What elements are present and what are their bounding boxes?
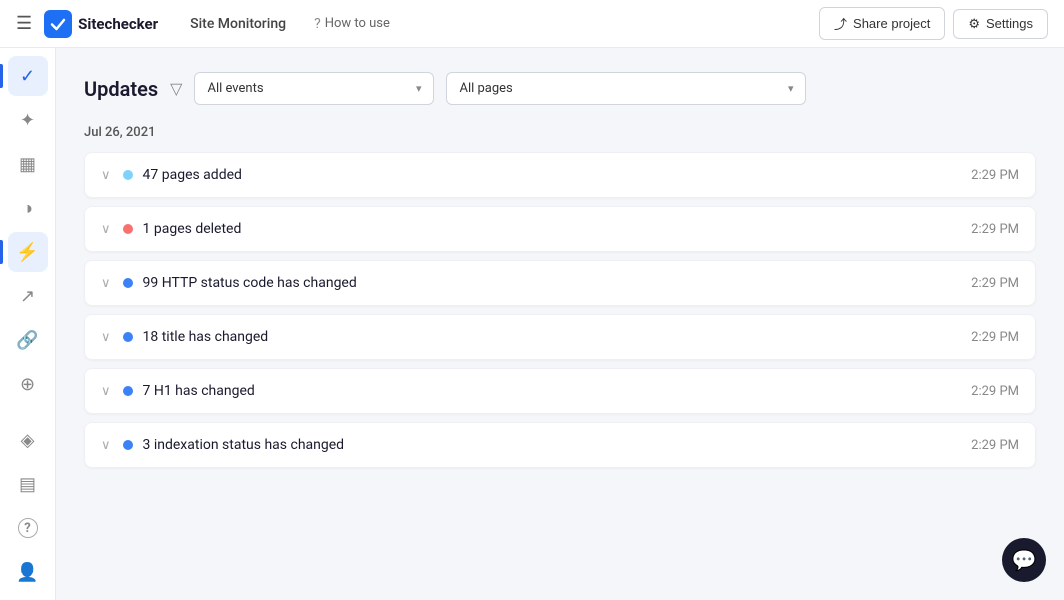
event-dot-icon — [123, 278, 133, 288]
settings-button[interactable]: ⚙ Settings — [953, 9, 1048, 39]
main-layout: ✓ ✦ ▦ ◑ ⚡ ↗ 🔗 ⊕ ◈ ▤ — [0, 48, 1064, 600]
event-time: 2:29 PM — [971, 276, 1019, 291]
sidebar: ✓ ✦ ▦ ◑ ⚡ ↗ 🔗 ⊕ ◈ ▤ — [0, 48, 56, 600]
add-circle-icon: ⊕ — [20, 374, 35, 395]
logo-area: Sitechecker — [44, 10, 158, 38]
sidebar-item-help[interactable]: ? — [8, 508, 48, 548]
updates-title: Updates — [84, 77, 158, 101]
hamburger-menu-icon[interactable]: ☰ — [16, 13, 32, 34]
event-time: 2:29 PM — [971, 222, 1019, 237]
chevron-down-icon: ▾ — [788, 82, 794, 95]
event-row: ∨ 47 pages added 2:29 PM — [84, 152, 1036, 198]
chart-icon: ◑ — [22, 198, 33, 219]
analytics-icon: ↗ — [20, 286, 35, 307]
location-icon: ◈ — [21, 430, 35, 451]
logo-text: Sitechecker — [78, 15, 158, 33]
event-label: 7 H1 has changed — [143, 383, 972, 399]
event-row: ∨ 7 H1 has changed 2:29 PM — [84, 368, 1036, 414]
question-icon: ? — [314, 16, 321, 32]
expand-chevron-icon[interactable]: ∨ — [101, 276, 111, 291]
event-dot-icon — [123, 170, 133, 180]
filter-icon[interactable]: ▽ — [170, 79, 182, 98]
event-row: ∨ 3 indexation status has changed 2:29 P… — [84, 422, 1036, 468]
expand-chevron-icon[interactable]: ∨ — [101, 222, 111, 237]
user-icon: 👤 — [16, 562, 38, 583]
event-dot-icon — [123, 224, 133, 234]
event-row: ∨ 1 pages deleted 2:29 PM — [84, 206, 1036, 252]
sidebar-item-add[interactable]: ⊕ — [8, 364, 48, 404]
table-icon: ▦ — [19, 154, 36, 175]
sidebar-item-user[interactable]: 👤 — [8, 552, 48, 592]
header-right: ⤴ Share project ⚙ Settings — [819, 7, 1048, 40]
event-time: 2:29 PM — [971, 168, 1019, 183]
chat-bubble-button[interactable]: 💬 — [1002, 538, 1046, 582]
chat-icon: 💬 — [1012, 548, 1037, 572]
expand-chevron-icon[interactable]: ∨ — [101, 330, 111, 345]
event-dot-icon — [123, 332, 133, 342]
events-dropdown[interactable]: All events ▾ — [194, 72, 434, 105]
sidebar-bottom: ◈ ▤ ? 👤 — [8, 420, 48, 592]
event-dot-icon — [123, 440, 133, 450]
check-icon: ✓ — [20, 66, 35, 87]
date-label: Jul 26, 2021 — [84, 125, 1036, 140]
header-left: ☰ Sitechecker Site Monitoring ? How to u… — [16, 10, 390, 38]
event-row: ∨ 99 HTTP status code has changed 2:29 P… — [84, 260, 1036, 306]
event-label: 3 indexation status has changed — [143, 437, 972, 453]
sidebar-item-analytics[interactable]: ↗ — [8, 276, 48, 316]
event-dot-icon — [123, 386, 133, 396]
magic-icon: ✦ — [20, 110, 35, 131]
updates-header: Updates ▽ All events ▾ All pages ▾ — [84, 72, 1036, 105]
sidebar-item-monitor[interactable]: ✓ — [8, 56, 48, 96]
events-dropdown-value: All events — [207, 81, 263, 96]
sidebar-item-monitoring[interactable]: ⚡ — [8, 232, 48, 272]
share-project-button[interactable]: ⤴ Share project — [819, 7, 945, 40]
help-icon: ? — [18, 518, 38, 538]
events-list: ∨ 47 pages added 2:29 PM ∨ 1 pages delet… — [84, 152, 1036, 468]
document-icon: ▤ — [19, 474, 36, 495]
pages-dropdown[interactable]: All pages ▾ — [446, 72, 806, 105]
sidebar-item-table[interactable]: ▦ — [8, 144, 48, 184]
link-icon: 🔗 — [16, 330, 38, 351]
page-title: Site Monitoring — [190, 16, 286, 32]
event-label: 18 title has changed — [143, 329, 972, 345]
event-time: 2:29 PM — [971, 384, 1019, 399]
event-time: 2:29 PM — [971, 438, 1019, 453]
share-icon: ⤴ — [834, 14, 847, 33]
event-time: 2:29 PM — [971, 330, 1019, 345]
event-label: 1 pages deleted — [143, 221, 972, 237]
main-content: Updates ▽ All events ▾ All pages ▾ Jul 2… — [56, 48, 1064, 600]
sidebar-item-links[interactable]: 🔗 — [8, 320, 48, 360]
sidebar-item-location[interactable]: ◈ — [8, 420, 48, 460]
event-label: 99 HTTP status code has changed — [143, 275, 972, 291]
event-row: ∨ 18 title has changed 2:29 PM — [84, 314, 1036, 360]
expand-chevron-icon[interactable]: ∨ — [101, 168, 111, 183]
expand-chevron-icon[interactable]: ∨ — [101, 384, 111, 399]
app-header: ☰ Sitechecker Site Monitoring ? How to u… — [0, 0, 1064, 48]
sidebar-item-document[interactable]: ▤ — [8, 464, 48, 504]
chevron-down-icon: ▾ — [416, 82, 422, 95]
sidebar-item-reports[interactable]: ◑ — [8, 188, 48, 228]
sitechecker-logo-icon — [44, 10, 72, 38]
how-to-use-link[interactable]: ? How to use — [314, 16, 390, 32]
pulse-icon: ⚡ — [16, 242, 38, 263]
sidebar-item-magic[interactable]: ✦ — [8, 100, 48, 140]
event-label: 47 pages added — [143, 167, 972, 183]
pages-dropdown-value: All pages — [459, 81, 512, 96]
expand-chevron-icon[interactable]: ∨ — [101, 438, 111, 453]
gear-icon: ⚙ — [968, 16, 980, 32]
